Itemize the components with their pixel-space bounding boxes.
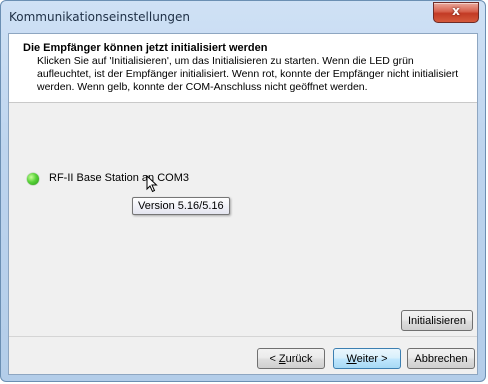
cancel-button[interactable]: Abbrechen [407, 348, 475, 369]
window-title: Kommunikationseinstellungen [9, 10, 191, 24]
close-button[interactable]: x [433, 2, 479, 23]
device-label: RF-II Base Station an COM3 [49, 172, 189, 184]
next-button[interactable]: Weiter > [333, 348, 401, 369]
header-title: Die Empfänger können jetzt initialisiert… [23, 42, 268, 54]
title-bar[interactable]: Kommunikationseinstellungen x [1, 1, 485, 33]
close-icon: x [452, 4, 460, 18]
back-button[interactable]: < Zurück [257, 348, 325, 369]
back-prefix: < [269, 353, 279, 365]
wizard-header: Die Empfänger können jetzt initialisiert… [9, 34, 477, 103]
next-label-rest: eiter > [356, 353, 388, 365]
footer-divider [9, 336, 477, 337]
header-description: Klicken Sie auf 'Initialisieren', um das… [37, 55, 459, 93]
version-tooltip: Version 5.16/5.16 [132, 197, 230, 215]
dialog-content: Die Empfänger können jetzt initialisiert… [8, 33, 478, 375]
led-status-icon [27, 173, 39, 185]
back-mnemonic: Z [278, 353, 286, 365]
initialize-button[interactable]: Initialisieren [401, 310, 473, 331]
dialog-window: Kommunikationseinstellungen x Die Empfän… [0, 0, 486, 382]
back-label-rest: urück [285, 353, 313, 365]
next-mnemonic: W [346, 353, 357, 365]
mouse-cursor-icon [146, 175, 158, 193]
